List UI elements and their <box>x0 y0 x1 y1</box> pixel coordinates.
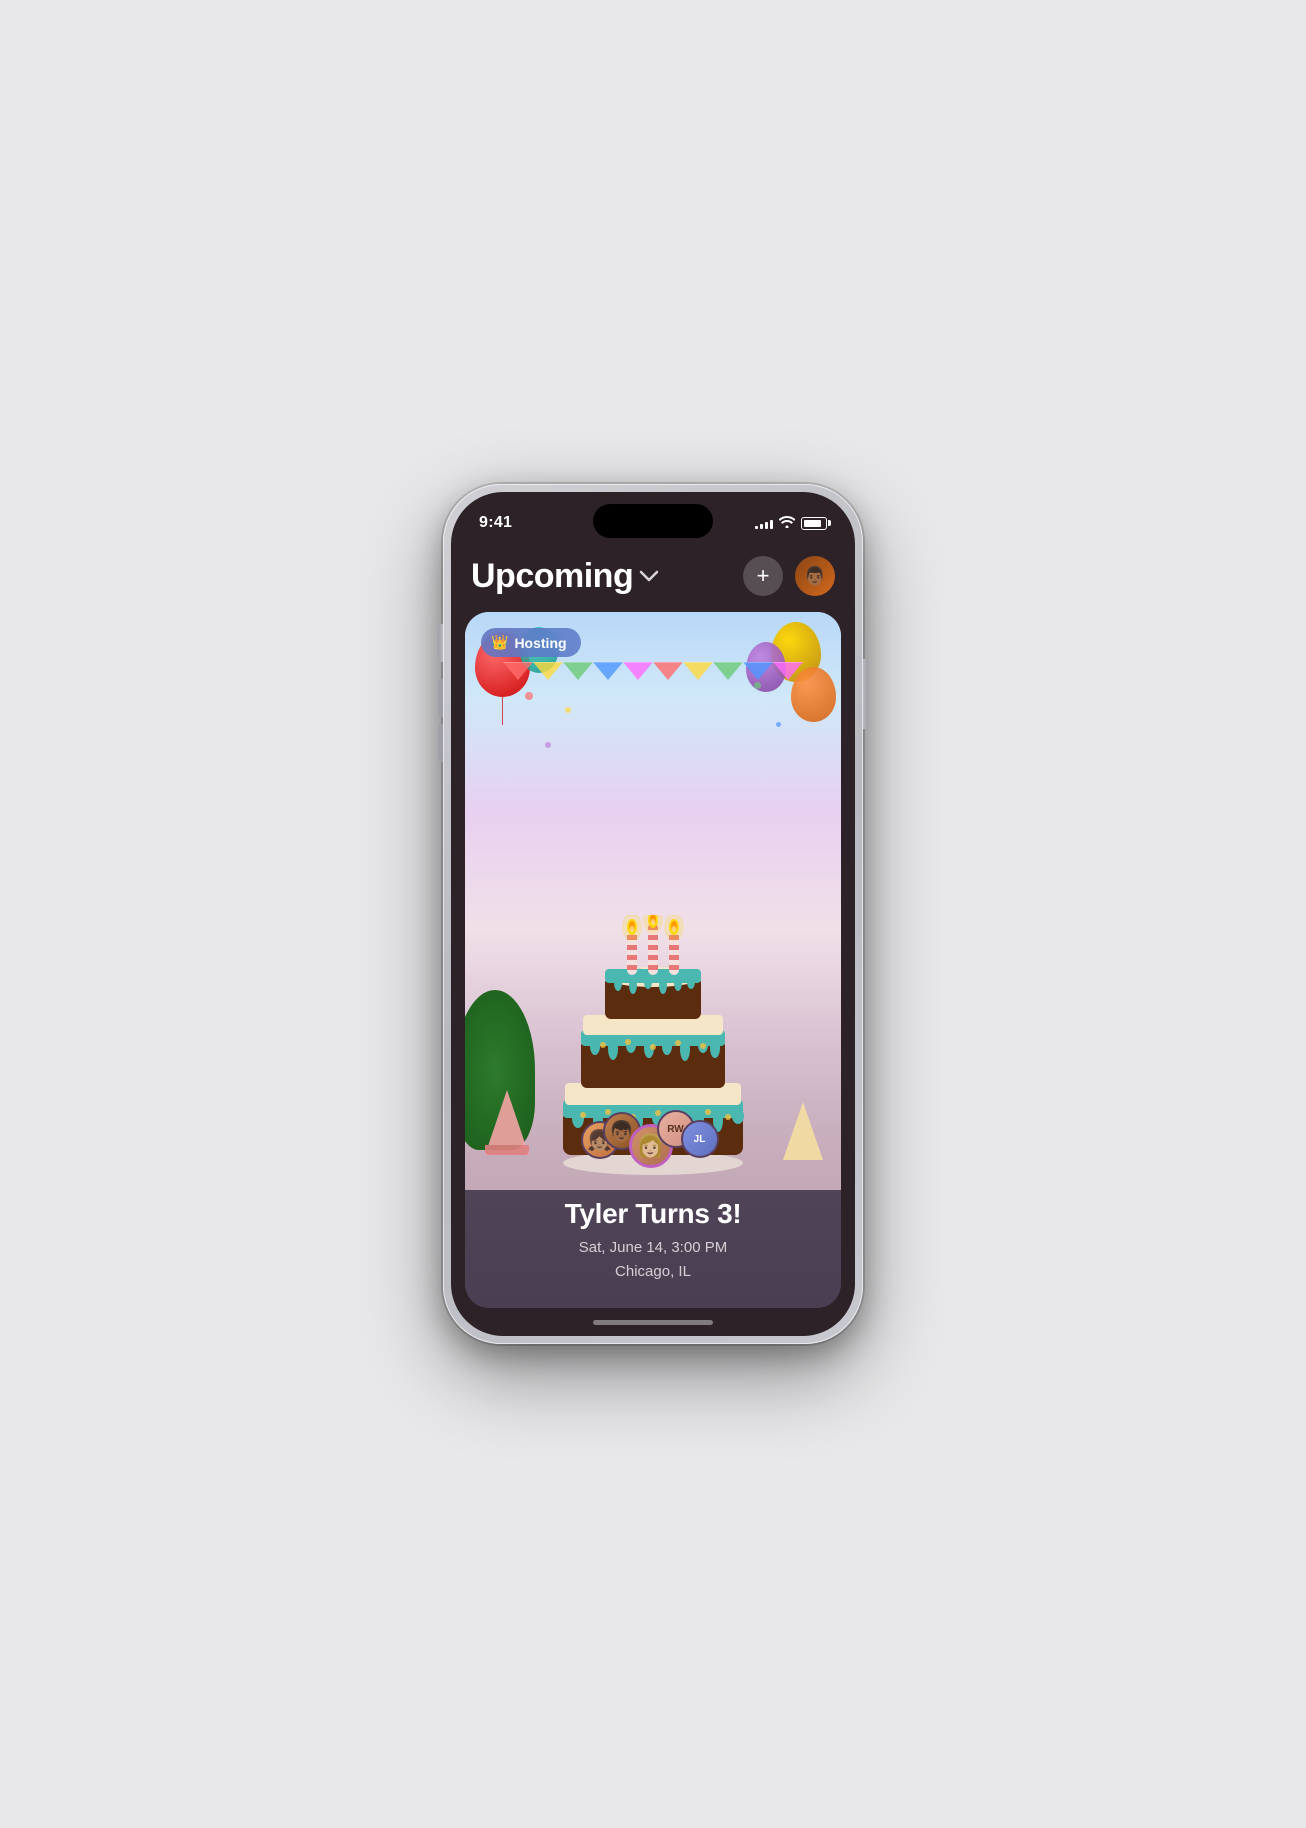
chevron-down-icon <box>639 567 659 590</box>
background-scene <box>465 612 841 1190</box>
event-image: 👑 Hosting <box>465 612 841 1190</box>
page-title: Upcoming <box>471 557 633 596</box>
avatar-emoji: 👨🏾 <box>804 566 826 587</box>
hosting-badge: 👑 Hosting <box>481 628 581 657</box>
signal-icon <box>755 517 773 529</box>
event-title: Tyler Turns 3! <box>485 1198 821 1230</box>
bunting <box>465 662 841 682</box>
attendees-section: 👧🏽 👦🏾 👩🏼 RW JL <box>465 1114 841 1182</box>
hosting-label: Hosting <box>514 635 566 651</box>
home-bar <box>593 1320 713 1325</box>
event-details: Sat, June 14, 3:00 PM Chicago, IL <box>485 1236 821 1284</box>
phone-screen: 9:41 <box>451 492 855 1336</box>
crown-icon: 👑 <box>491 634 508 651</box>
battery-icon <box>801 517 827 530</box>
profile-avatar-button[interactable]: 👨🏾 <box>795 556 835 596</box>
event-date: Sat, June 14, 3:00 PM <box>485 1236 821 1260</box>
status-time: 9:41 <box>479 514 512 532</box>
event-info: Tyler Turns 3! Sat, June 14, 3:00 PM Chi… <box>465 1190 841 1308</box>
header: Upcoming + 👨🏾 <box>451 546 855 612</box>
status-icons <box>755 516 827 530</box>
wifi-icon <box>779 516 795 530</box>
event-card[interactable]: 👑 Hosting <box>465 612 841 1308</box>
event-location: Chicago, IL <box>485 1260 821 1284</box>
plus-icon: + <box>757 565 770 587</box>
event-card-container: 👑 Hosting <box>451 612 855 1308</box>
battery-fill <box>804 520 821 527</box>
home-indicator <box>451 1308 855 1336</box>
attendee-5: JL <box>681 1120 719 1158</box>
add-event-button[interactable]: + <box>743 556 783 596</box>
dynamic-island <box>593 504 713 538</box>
header-title-group[interactable]: Upcoming <box>471 557 659 596</box>
phone-frame: 9:41 <box>443 484 863 1344</box>
header-actions: + 👨🏾 <box>743 556 835 596</box>
attendees-stack: 👧🏽 👦🏾 👩🏼 RW JL <box>581 1126 726 1174</box>
app-content: Upcoming + 👨🏾 <box>451 546 855 1308</box>
